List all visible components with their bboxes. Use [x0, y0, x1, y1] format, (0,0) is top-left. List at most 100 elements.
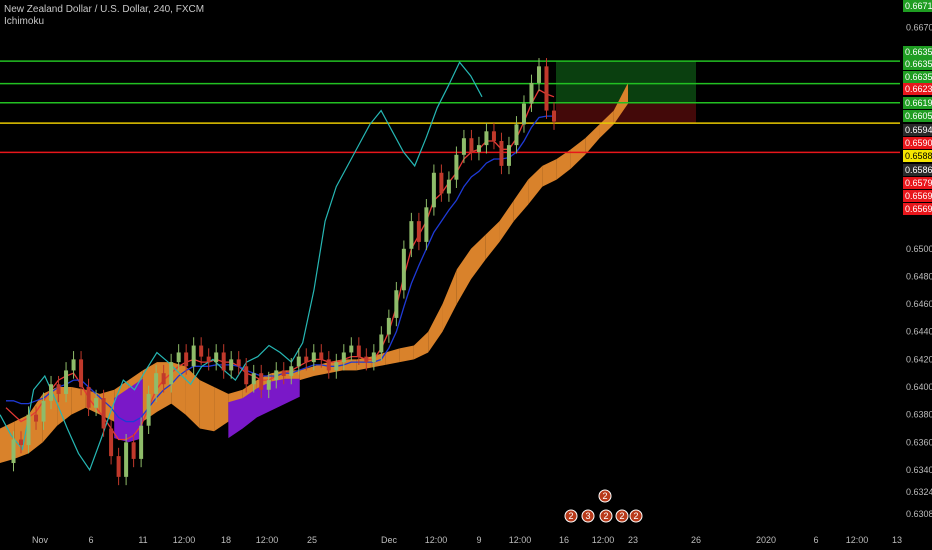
y-tick-label: 0.64600 — [906, 299, 932, 309]
candle-body — [139, 425, 144, 459]
event-marker-label: 2 — [603, 511, 608, 521]
candle-body — [266, 380, 271, 390]
y-tick-label: 0.64400 — [906, 327, 932, 337]
y-tick-label: 0.64200 — [906, 354, 932, 364]
candle-body — [154, 373, 159, 394]
y-tick-label: 0.63080 — [906, 509, 932, 519]
cloud-segment — [556, 149, 571, 180]
cloud-bear-segment — [228, 378, 300, 439]
candle-body — [176, 352, 181, 363]
candle-body — [499, 140, 504, 166]
candle-body — [86, 387, 91, 408]
price-tag-label: 0.66358 — [905, 47, 932, 57]
candle-body — [161, 373, 166, 385]
candle-body — [146, 393, 151, 426]
y-tick-label: 0.63400 — [906, 465, 932, 475]
candle-body — [304, 356, 309, 363]
candle-body — [221, 352, 226, 371]
x-tick-label: 18 — [221, 535, 231, 545]
cloud-segment — [471, 234, 486, 280]
x-tick-label: 12:00 — [592, 535, 615, 545]
candle-body — [552, 110, 556, 122]
candle-body — [34, 414, 39, 422]
candle-body — [64, 370, 69, 394]
x-tick-label: 12:00 — [173, 535, 196, 545]
price-tag-label: 0.65692 — [905, 204, 932, 214]
cloud-segment — [428, 304, 443, 353]
candle-body — [259, 373, 264, 390]
candle-body — [379, 334, 384, 353]
price-chart[interactable]: 223222 0.667000.650000.648000.646000.644… — [0, 0, 932, 550]
price-tag-label: 0.65698 — [905, 191, 932, 201]
candle-body — [544, 66, 549, 111]
x-tick-label: 12:00 — [509, 535, 532, 545]
cloud-segment — [299, 366, 314, 381]
price-tag-label: 0.65869 — [905, 165, 932, 175]
candle-body — [514, 124, 519, 146]
x-tick-label: 25 — [307, 535, 317, 545]
candle-body — [476, 145, 481, 153]
candle-body — [431, 172, 436, 208]
x-tick-label: 6 — [813, 535, 818, 545]
candle-body — [184, 352, 189, 367]
candle-body — [56, 384, 61, 394]
price-tag-label: 0.65881 — [905, 151, 932, 161]
candle-body — [484, 131, 489, 146]
candle-body — [409, 221, 414, 249]
y-tick-label: 0.64000 — [906, 382, 932, 392]
x-tick-label: 23 — [628, 535, 638, 545]
candle-body — [401, 248, 406, 291]
event-marker-label: 2 — [568, 511, 573, 521]
candle-body — [296, 356, 301, 367]
price-tag-label: 0.66352 — [905, 72, 932, 82]
price-tag-label: 0.66718 — [905, 1, 932, 11]
candle-body — [244, 366, 249, 385]
candle-body — [416, 221, 421, 242]
cloud-segment — [413, 331, 429, 360]
cloud-segment — [442, 269, 457, 332]
x-tick-label: 12:00 — [256, 535, 279, 545]
candle-body — [19, 439, 24, 446]
candle-body — [334, 362, 339, 371]
price-tag-label: 0.65909 — [905, 138, 932, 148]
x-tick-label: Nov — [32, 535, 49, 545]
x-tick-label: 6 — [88, 535, 93, 545]
event-marker-label: 3 — [585, 511, 590, 521]
cloud-segment — [456, 248, 471, 305]
candle-body — [124, 442, 129, 477]
candle-body — [529, 82, 534, 104]
candle-body — [274, 370, 279, 381]
y-tick-label: 0.66700 — [906, 23, 932, 33]
candle-body — [454, 154, 459, 180]
candle-body — [469, 138, 474, 153]
candle-body — [236, 359, 241, 367]
candle-body — [214, 352, 219, 363]
candle-body — [94, 398, 99, 408]
candle-body — [49, 384, 54, 401]
y-tick-label: 0.63600 — [906, 437, 932, 447]
x-tick-label: 26 — [691, 535, 701, 545]
event-marker-label: 2 — [619, 511, 624, 521]
candle-body — [461, 138, 466, 155]
y-tick-label: 0.64800 — [906, 271, 932, 281]
y-tick-label: 0.63800 — [906, 410, 932, 420]
candle-body — [206, 356, 211, 363]
candle-body — [229, 359, 234, 371]
candle-body — [491, 131, 496, 141]
candle-body — [169, 362, 174, 385]
candle-body — [521, 103, 526, 125]
x-tick-label: Dec — [381, 535, 398, 545]
price-tag-label: 0.66234 — [905, 84, 932, 94]
candle-body — [101, 398, 106, 429]
candle-body — [251, 373, 256, 385]
candle-body — [439, 172, 444, 194]
cloud-segment — [528, 165, 543, 205]
candle-body — [26, 414, 31, 446]
candle-body — [79, 359, 84, 388]
x-tick-label: 16 — [559, 535, 569, 545]
x-tick-label: 12:00 — [846, 535, 869, 545]
price-tag-label: 0.65794 — [905, 178, 932, 188]
x-tick-label: 2020 — [756, 535, 776, 545]
candle-body — [394, 290, 399, 318]
cloud-segment — [485, 221, 500, 260]
